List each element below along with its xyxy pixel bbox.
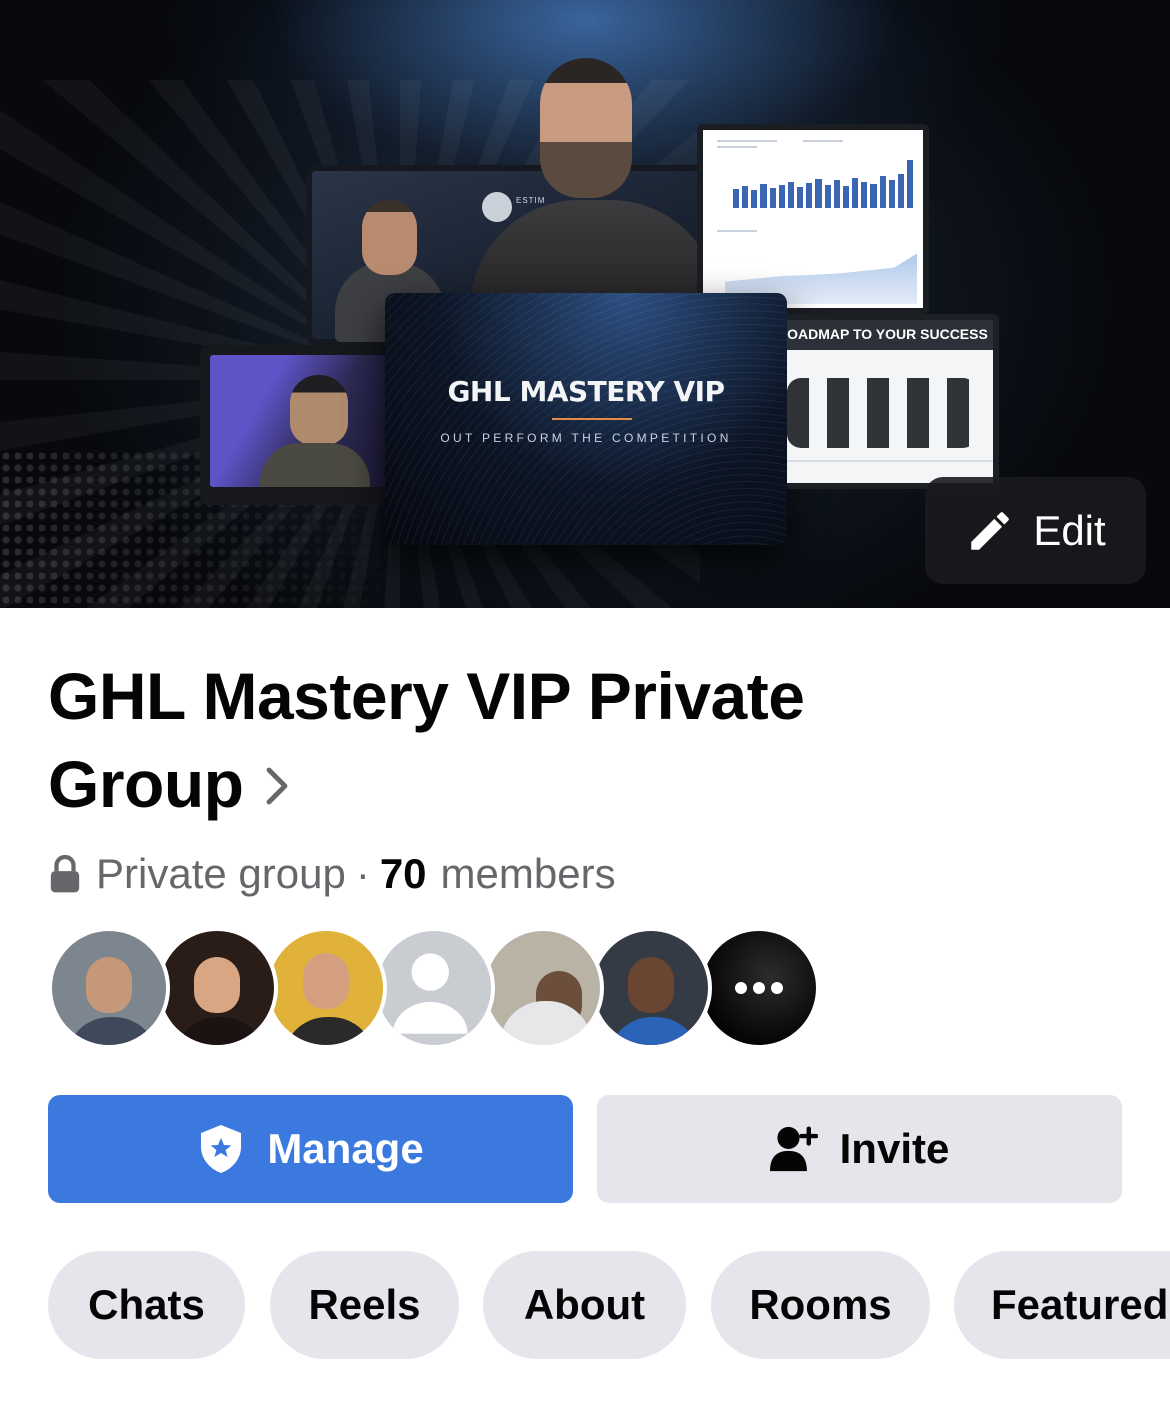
more-dots-icon — [735, 982, 783, 994]
tab-label: Chats — [88, 1281, 205, 1328]
shield-star-icon — [201, 1125, 242, 1173]
tab-reels[interactable]: Reels — [270, 1251, 459, 1359]
tab-chats[interactable]: Chats — [48, 1251, 245, 1359]
member-avatar[interactable] — [590, 927, 712, 1049]
cover-roadmap-screen: ROADMAP TO YOUR SUCCESS — [787, 314, 999, 489]
group-page: ESTIM GHL MASTERY VIP OUT PERFORM THE CO… — [0, 0, 1170, 1408]
group-title-line1: GHL Mastery VIP Private — [48, 659, 805, 733]
invite-button[interactable]: Invite — [597, 1095, 1122, 1203]
member-avatar[interactable] — [482, 927, 604, 1049]
member-avatar-placeholder[interactable] — [373, 927, 495, 1049]
pencil-icon — [971, 511, 1010, 550]
tab-label: Reels — [308, 1281, 421, 1328]
chevron-right-icon — [267, 767, 288, 804]
group-title[interactable]: GHL Mastery VIP Private Group — [48, 652, 1048, 828]
cover-dashboard-screen — [697, 124, 929, 314]
cover-card-subtitle: OUT PERFORM THE COMPETITION — [440, 431, 732, 445]
default-person-icon — [392, 953, 468, 1034]
cover-logo-watermark: ESTIM — [516, 196, 546, 205]
tab-label: About — [523, 1281, 646, 1328]
edit-cover-label: Edit — [1033, 506, 1106, 554]
group-title-line2: Group — [48, 747, 244, 821]
manage-button[interactable]: Manage — [48, 1095, 573, 1203]
cover-roadmap-title: ROADMAP TO YOUR SUCCESS — [787, 326, 988, 342]
add-person-icon — [769, 1126, 818, 1172]
more-members-button[interactable] — [698, 927, 820, 1049]
member-count[interactable]: 70 — [380, 850, 427, 898]
member-avatar[interactable] — [265, 927, 387, 1049]
cover-card-accent-line — [552, 418, 632, 420]
privacy-label: Private group — [96, 850, 346, 897]
cover-photo[interactable]: ESTIM GHL MASTERY VIP OUT PERFORM THE CO… — [0, 0, 1170, 608]
group-meta: Private group · 70 members — [48, 848, 616, 900]
tab-rooms[interactable]: Rooms — [711, 1251, 930, 1359]
cover-person-main-head — [540, 58, 632, 198]
edit-cover-button[interactable]: Edit — [925, 477, 1146, 584]
tab-label: Featured — [991, 1281, 1169, 1328]
tab-featured[interactable]: Featured — [954, 1251, 1170, 1359]
meta-separator: · — [355, 850, 370, 897]
manage-label: Manage — [267, 1125, 424, 1172]
cover-roadmap-road — [787, 378, 977, 448]
invite-label: Invite — [839, 1125, 950, 1172]
lock-icon — [50, 854, 80, 893]
members-label[interactable]: members — [441, 850, 616, 898]
tab-label: Rooms — [749, 1281, 892, 1328]
member-avatar[interactable] — [48, 927, 170, 1049]
cover-robot-logo-icon — [482, 192, 512, 222]
cover-person-left-head — [362, 200, 417, 275]
member-avatar[interactable] — [156, 927, 278, 1049]
cover-card-title: GHL MASTERY VIP — [447, 375, 725, 408]
tab-about[interactable]: About — [483, 1251, 686, 1359]
cover-left-laptop — [200, 345, 400, 505]
cover-dashboard-bar-chart — [733, 160, 914, 208]
